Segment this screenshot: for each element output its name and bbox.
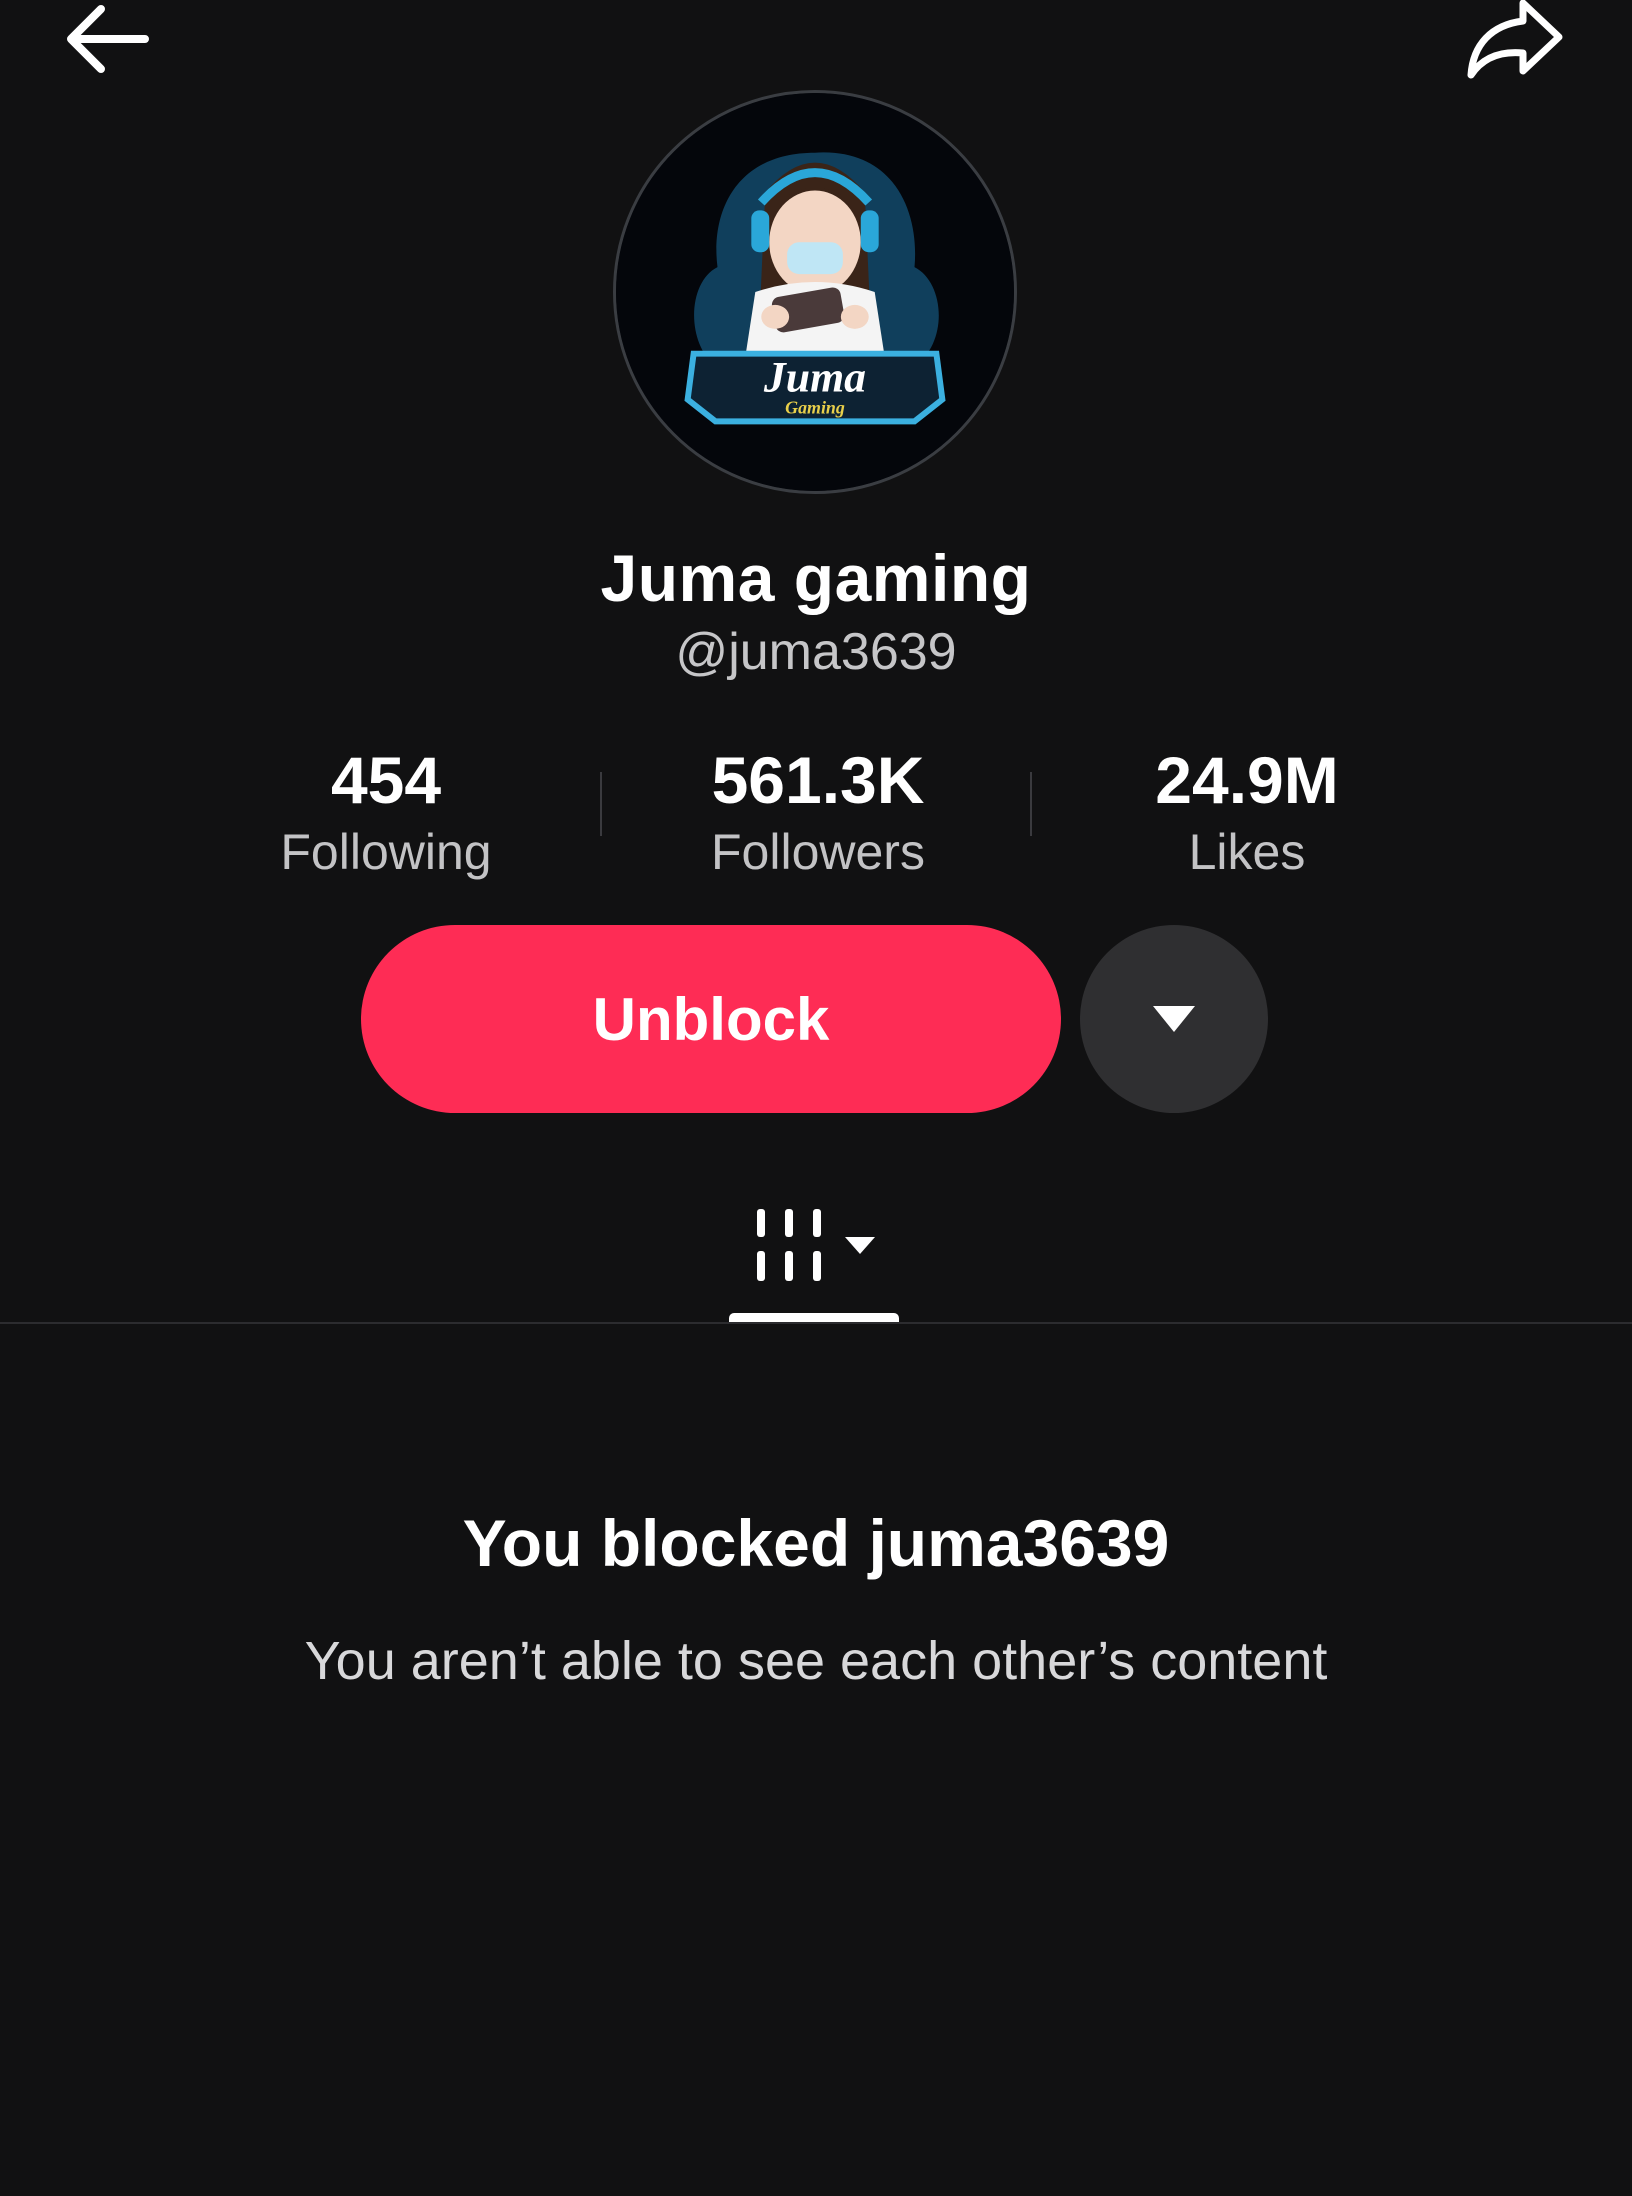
followers-count: 561.3K [711, 743, 925, 817]
stat-divider [600, 772, 602, 836]
likes-label: Likes [1188, 824, 1306, 880]
username: @juma3639 [675, 623, 957, 681]
tab-divider [0, 1322, 1632, 1324]
stat-following[interactable]: 454 Following [186, 738, 586, 882]
more-options-button[interactable] [1080, 925, 1268, 1113]
display-name: Juma gaming [600, 541, 1032, 615]
avatar-logo-subtitle: Gaming [785, 397, 845, 417]
stat-followers[interactable]: 561.3K Followers [618, 738, 1018, 882]
profile-avatar[interactable]: Juma Gaming [613, 90, 1017, 494]
share-arrow-icon [1467, 0, 1563, 79]
blocked-title: You blocked juma3639 [462, 1506, 1170, 1580]
likes-count: 24.9M [1155, 743, 1339, 817]
grid-bars-icon [757, 1209, 821, 1281]
stat-divider [1030, 772, 1032, 836]
avatar-logo-title: Juma [763, 354, 866, 402]
arrow-left-icon [67, 5, 149, 73]
following-count: 454 [330, 743, 442, 817]
tab-videos[interactable] [730, 1180, 900, 1310]
unblock-button[interactable]: Unblock [361, 925, 1061, 1113]
avatar-logo: Juma Gaming [616, 93, 1014, 491]
caret-down-icon [845, 1237, 875, 1254]
followers-label: Followers [711, 824, 925, 880]
caret-down-icon [1153, 1006, 1195, 1032]
back-button[interactable] [50, 0, 160, 84]
stat-likes[interactable]: 24.9M Likes [1047, 738, 1447, 882]
blocked-subtitle: You aren’t able to see each other’s cont… [304, 1631, 1328, 1691]
following-label: Following [280, 824, 492, 880]
share-button[interactable] [1460, 0, 1570, 84]
